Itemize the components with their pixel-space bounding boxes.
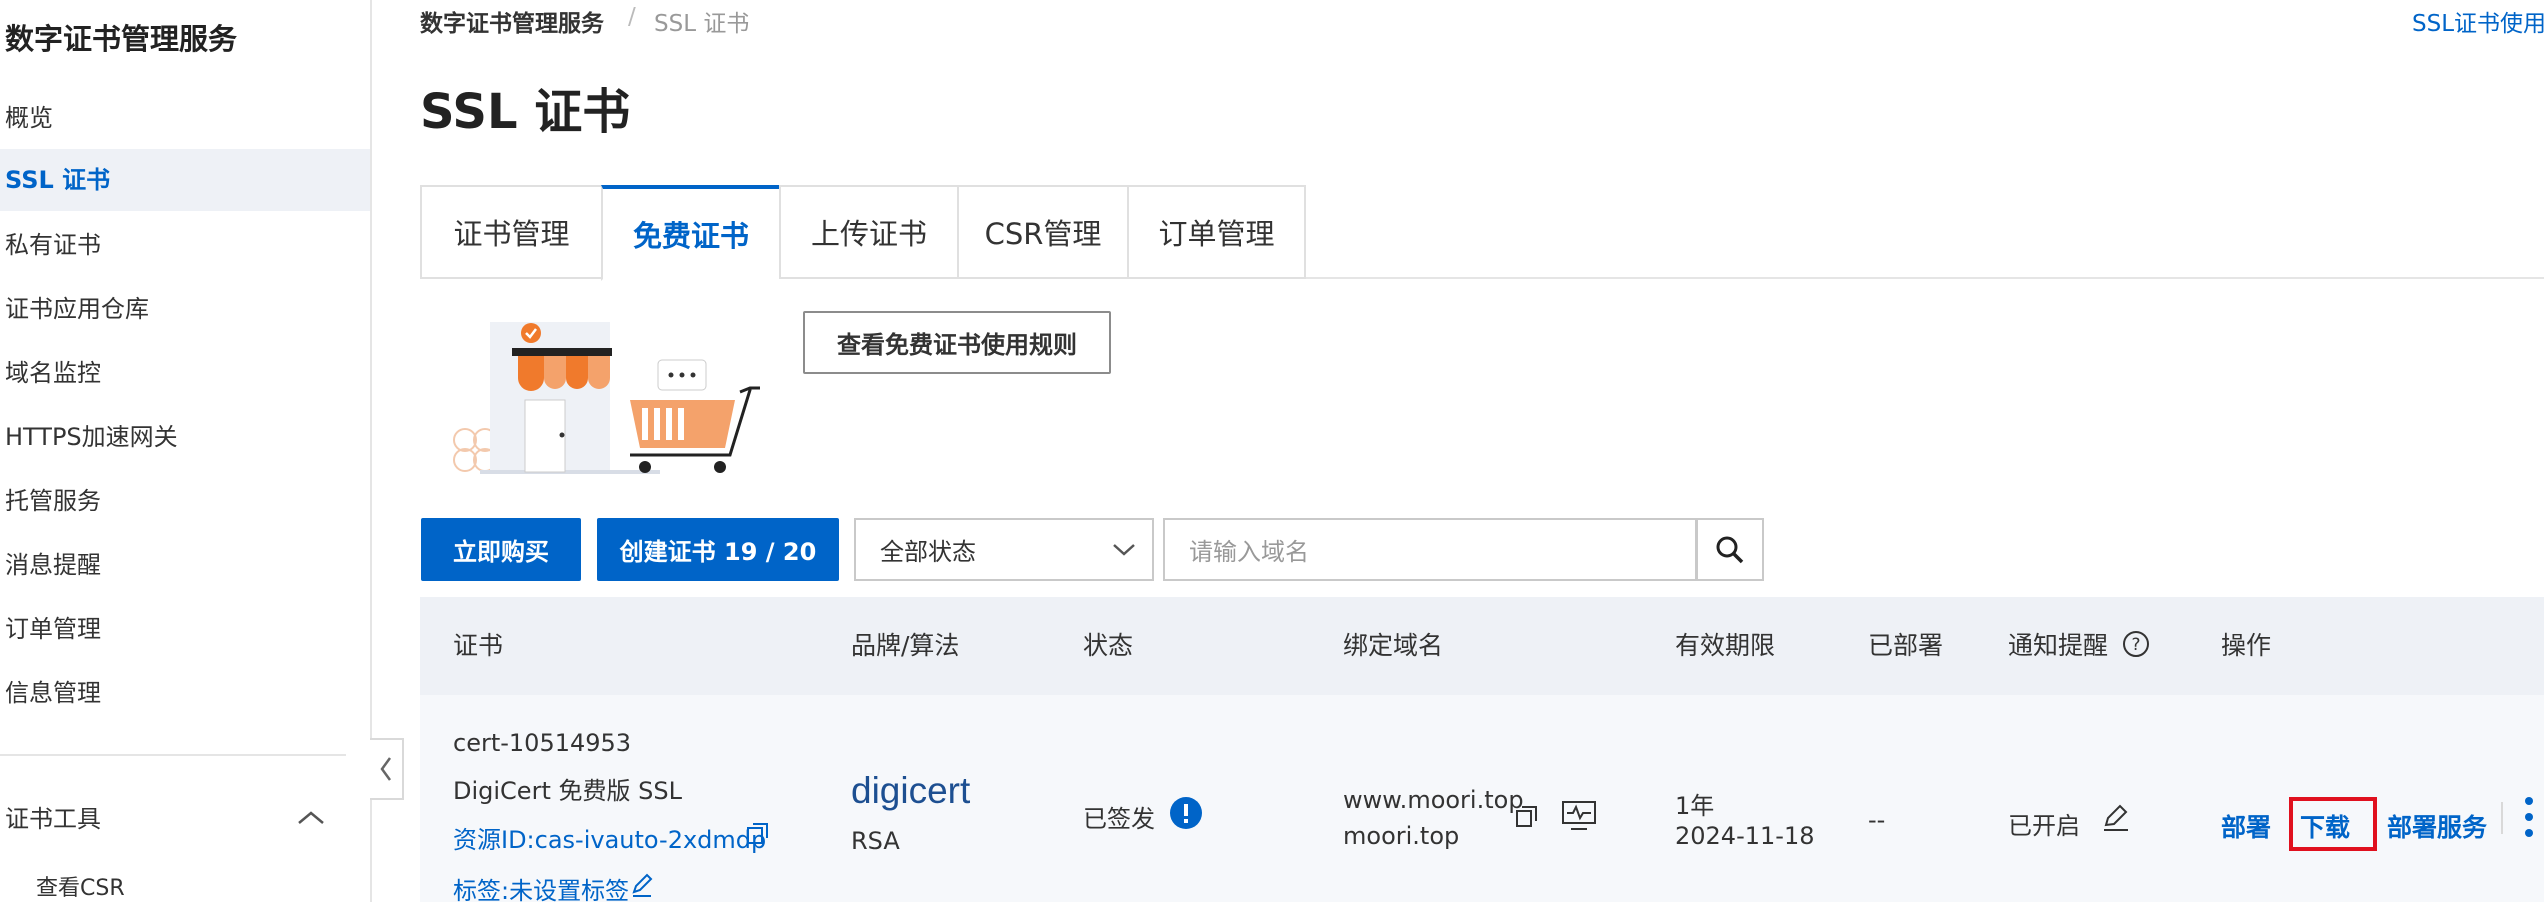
algorithm: RSA <box>851 827 900 855</box>
sidebar-collapse-button[interactable] <box>370 738 404 800</box>
info-icon[interactable] <box>1169 796 1203 830</box>
tab-cert-management[interactable]: 证书管理 <box>420 185 601 279</box>
deployed-count: -- <box>1868 806 1886 834</box>
sidebar-item-overview[interactable]: 概览 <box>0 87 370 149</box>
view-free-cert-rules-button[interactable]: 查看免费证书使用规则 <box>803 311 1111 374</box>
edit-icon[interactable] <box>630 872 654 898</box>
breadcrumb-root[interactable]: 数字证书管理服务 <box>420 4 604 38</box>
help-circle-icon[interactable]: ? <box>2121 629 2151 659</box>
col-status: 状态 <box>1083 631 1134 660</box>
cert-type: DigiCert 免费版 SSL <box>453 777 682 805</box>
chevron-down-icon <box>1113 544 1135 556</box>
col-actions: 操作 <box>2221 631 2272 660</box>
status-text: 已签发 <box>1083 805 1155 833</box>
search-button[interactable] <box>1696 518 1764 581</box>
domain-search-input[interactable]: 请输入域名 <box>1163 518 1697 581</box>
sidebar-group-label: 证书工具 <box>5 805 101 833</box>
sidebar-divider <box>0 754 346 756</box>
tab-upload-cert[interactable]: 上传证书 <box>779 185 957 279</box>
validity-period: 1年 <box>1675 792 1715 820</box>
tab-order-management[interactable]: 订单管理 <box>1127 185 1306 279</box>
chevron-up-icon[interactable] <box>296 808 326 828</box>
deploy-service-button[interactable]: 部署服务 <box>2387 808 2487 844</box>
tab-csr-management[interactable]: CSR管理 <box>957 185 1127 279</box>
status-select-value: 全部状态 <box>880 538 976 566</box>
search-icon <box>1716 536 1744 563</box>
sidebar-item-private-cert[interactable]: 私有证书 <box>0 214 370 276</box>
col-domain: 绑定域名 <box>1343 631 1444 660</box>
buy-now-button[interactable]: 立即购买 <box>421 518 581 581</box>
domain-primary: www.moori.top <box>1343 786 1524 814</box>
breadcrumb-current: SSL 证书 <box>654 11 750 37</box>
col-brand: 品牌/算法 <box>851 631 960 660</box>
help-link[interactable]: SSL证书使用 <box>2412 4 2544 38</box>
col-cert: 证书 <box>453 631 504 660</box>
sidebar-item-ssl[interactable]: SSL 证书 <box>0 149 370 211</box>
col-notify: 通知提醒 <box>2008 631 2109 660</box>
chevron-left-icon <box>380 757 392 781</box>
sidebar-subitem-view-csr[interactable]: 查看CSR <box>36 870 125 902</box>
notify-status: 已开启 <box>2008 812 2080 840</box>
resource-id[interactable]: 资源ID:cas-ivauto-2xdmdp <box>453 820 766 855</box>
actions-divider <box>2501 802 2503 834</box>
page-title: SSL 证书 <box>420 84 631 140</box>
breadcrumb-separator: / <box>628 4 636 30</box>
download-highlight-box <box>2289 797 2377 851</box>
copy-icon[interactable] <box>745 820 771 846</box>
deploy-button[interactable]: 部署 <box>2221 808 2271 844</box>
expire-date: 2024-11-18 <box>1675 822 1815 850</box>
sidebar-item-domain-monitor[interactable]: 域名监控 <box>0 342 370 404</box>
domain-secondary: moori.top <box>1343 822 1460 850</box>
sidebar-item-orders[interactable]: 订单管理 <box>0 598 370 660</box>
tab-free-cert[interactable]: 免费证书 <box>601 185 779 281</box>
svg-text:?: ? <box>2131 635 2140 655</box>
sidebar-item-hosting[interactable]: 托管服务 <box>0 470 370 532</box>
sidebar-item-cert-repo[interactable]: 证书应用仓库 <box>0 278 370 340</box>
sidebar: 数字证书管理服务 概览 SSL 证书 私有证书 证书应用仓库 域名监控 HTTP… <box>0 0 372 902</box>
sidebar-item-info[interactable]: 信息管理 <box>0 662 370 724</box>
more-vertical-icon[interactable] <box>2522 795 2536 839</box>
sidebar-item-https-gateway[interactable]: HTTPS加速网关 <box>0 406 370 468</box>
status-select[interactable]: 全部状态 <box>854 518 1154 581</box>
copy-icon[interactable] <box>1514 803 1540 829</box>
col-validity: 有效期限 <box>1675 631 1776 660</box>
col-deployed: 已部署 <box>1868 631 1944 660</box>
cert-name: cert-10514953 <box>453 729 632 757</box>
sidebar-item-notifications[interactable]: 消息提醒 <box>0 534 370 596</box>
shop-illustration <box>430 300 775 480</box>
cert-tag[interactable]: 标签:未设置标签 <box>453 871 629 906</box>
edit-icon[interactable] <box>2101 803 2131 833</box>
create-cert-button[interactable]: 创建证书 19 / 20 <box>597 518 839 581</box>
sidebar-title: 数字证书管理服务 <box>5 22 238 56</box>
monitor-icon[interactable] <box>1561 800 1597 832</box>
digicert-logo: digicert <box>851 770 971 811</box>
